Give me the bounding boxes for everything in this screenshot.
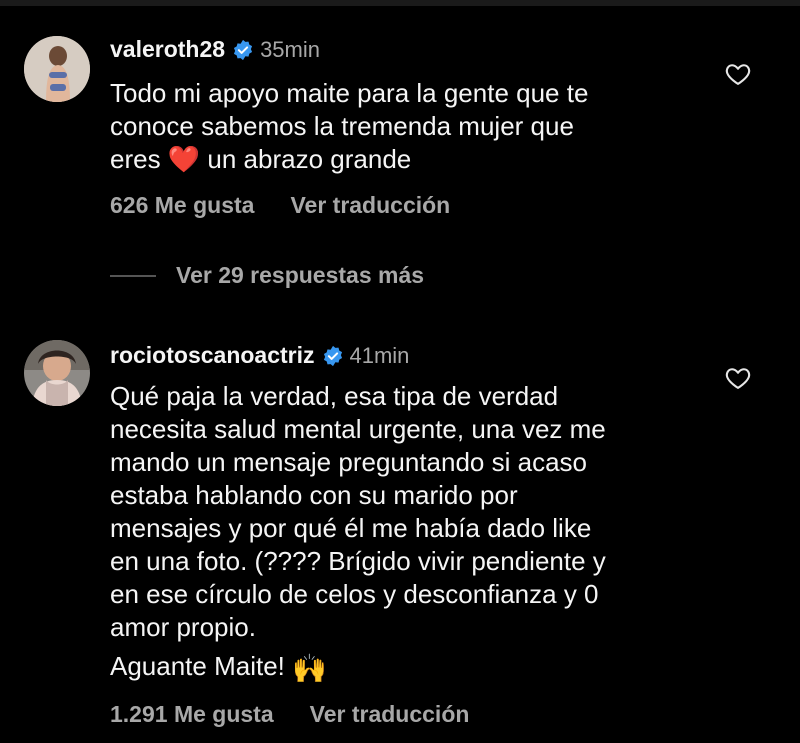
like-count[interactable]: 1.291 Me gusta xyxy=(110,701,274,728)
replies-divider-line xyxy=(110,274,156,277)
comment-actions: 1.291 Me gusta Ver traducción xyxy=(110,701,469,728)
verified-badge-icon xyxy=(322,345,344,367)
comment-text: Qué paja la verdad, esa tipa de verdad n… xyxy=(110,381,606,642)
avatar-image-valeroth28 xyxy=(24,36,90,102)
see-translation-link[interactable]: Ver traducción xyxy=(310,701,470,728)
comment-text-line2: Aguante Maite! 🙌 xyxy=(110,650,700,685)
raising-hands-emoji-icon: 🙌 xyxy=(292,652,327,684)
comment-actions: 626 Me gusta Ver traducción xyxy=(110,192,450,219)
view-more-replies-button[interactable]: Ver 29 respuestas más xyxy=(110,262,424,289)
timestamp: 35min xyxy=(260,36,320,62)
username[interactable]: valeroth28 xyxy=(110,36,225,63)
timestamp: 41min xyxy=(349,342,410,368)
comment-text-part: un abrazo grande xyxy=(200,144,412,174)
comment-2: rociotoscanoactriz 41min Qué paja la ver… xyxy=(0,330,800,740)
red-heart-emoji-icon: ❤️ xyxy=(167,144,201,174)
comment-header: rociotoscanoactriz 41min xyxy=(110,342,409,369)
like-count[interactable]: 626 Me gusta xyxy=(110,192,254,219)
comment-header: valeroth28 35min xyxy=(110,36,320,63)
see-translation-link[interactable]: Ver traducción xyxy=(290,192,450,219)
avatar[interactable] xyxy=(24,36,90,102)
replies-label: Ver 29 respuestas más xyxy=(176,262,425,288)
username[interactable]: rociotoscanoactriz xyxy=(110,342,315,369)
comment-1: valeroth28 35min Todo mi apoyo maite par… xyxy=(0,0,800,250)
avatar-image-rociotoscanoactriz xyxy=(24,340,90,406)
comment-text: Todo mi apoyo maite para la gente que te… xyxy=(110,77,700,176)
comment-text-part: Aguante Maite! xyxy=(110,651,293,681)
heart-outline-icon[interactable] xyxy=(724,364,752,392)
heart-outline-icon[interactable] xyxy=(724,60,752,88)
avatar[interactable] xyxy=(24,340,90,406)
verified-badge-icon xyxy=(232,39,254,61)
